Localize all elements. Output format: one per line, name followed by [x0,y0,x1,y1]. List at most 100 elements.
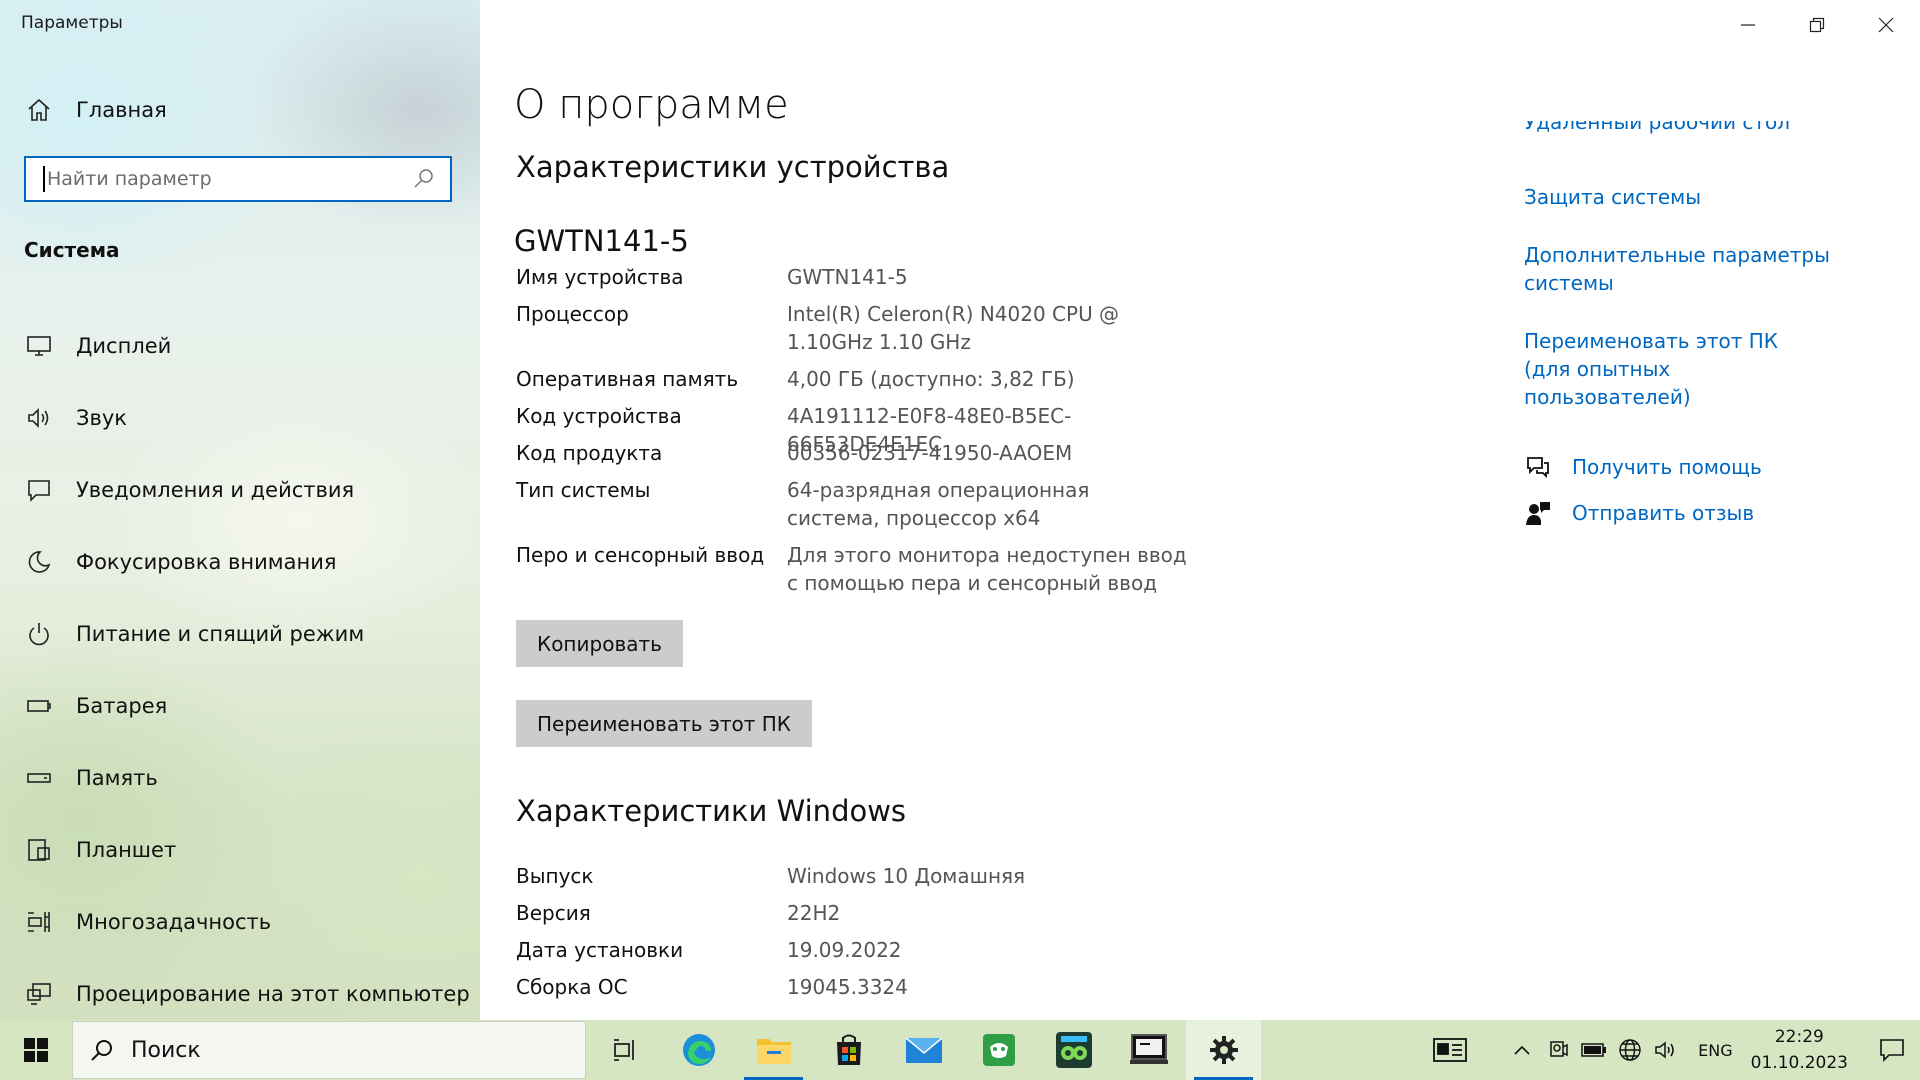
task-view-icon [613,1039,634,1061]
sidebar-item-focus[interactable]: Фокусировка внимания [0,526,480,598]
sidebar-item-tablet[interactable]: Планшет [0,814,480,886]
windows-specs-heading: Характеристики Windows [516,794,907,828]
sidebar-home-label: Главная [76,98,167,122]
get-help-link[interactable]: Получить помощь [1524,453,1762,481]
spec-row-processor: Процессор Intel(R) Celeron(R) N4020 CPU … [516,300,1316,356]
taskbar-game-app[interactable] [961,1020,1036,1080]
sidebar-item-sound[interactable]: Звук [0,382,480,454]
copy-button[interactable]: Копировать [516,620,683,667]
input-language-indicator[interactable]: ENG [1698,1041,1732,1060]
window-controls [1713,0,1920,50]
tray-battery[interactable] [1576,1020,1612,1080]
spec-value: 19.09.2022 [787,938,902,962]
taskbar-file-explorer[interactable] [736,1020,811,1080]
sidebar-item-label: Фокусировка внимания [76,550,337,574]
close-button[interactable] [1851,0,1920,50]
taskbar-edge[interactable] [661,1020,736,1080]
spec-row-system-type: Тип системы 64-разрядная операционная си… [516,476,1316,532]
spec-row-edition: Выпуск Windows 10 Домашняя [516,862,1316,890]
store-icon [836,1034,861,1065]
tray-network[interactable] [1612,1020,1648,1080]
restore-icon [1809,17,1824,33]
sidebar-item-label: Многозадачность [76,910,272,934]
sidebar-item-battery[interactable]: Батарея [0,670,480,742]
notification-icon [24,475,54,505]
taskbar-search-box[interactable]: Поиск [72,1021,586,1079]
spec-value: 22H2 [787,901,841,925]
sidebar-home[interactable]: Главная [0,84,480,136]
show-hidden-icons-button[interactable] [1504,1020,1540,1080]
spec-key: Версия [516,901,591,925]
storage-icon [24,763,54,793]
sidebar-item-display[interactable]: Дисплей [0,310,480,382]
sidebar-item-power[interactable]: Питание и спящий режим [0,598,480,670]
speaker-icon [24,403,54,433]
kidomi-app-icon [1055,1032,1092,1068]
window-title: Параметры [21,13,123,33]
spec-key: Выпуск [516,864,594,888]
send-feedback-link[interactable]: Отправить отзыв [1524,499,1754,527]
spec-value: 64-разрядная операционная система, проце… [787,478,1090,530]
game-app-icon [982,1034,1015,1066]
link-remote-desktop-label: Удаленный рабочий стол [1524,121,1791,134]
terminal-app-icon [1129,1034,1168,1064]
rename-pc-button[interactable]: Переименовать этот ПК [516,700,812,747]
sidebar-item-projecting[interactable]: Проецирование на этот компьютер [0,958,480,1020]
start-button[interactable] [0,1020,72,1080]
text-caret [43,166,45,192]
taskbar-store[interactable] [811,1020,886,1080]
taskbar-search-placeholder: Поиск [131,1037,201,1063]
spec-row-device-name: Имя устройства GWTN141-5 [516,263,1316,291]
spec-key: Дата установки [516,938,684,962]
taskbar: Поиск ENG 22:29 01.10.2023 [0,1020,1920,1080]
sidebar-item-label: Дисплей [76,334,172,358]
spec-row-product-id: Код продукта 00356-02317-41950-AAOEM [516,439,1316,467]
task-view-button[interactable] [586,1020,661,1080]
close-icon [1878,17,1893,33]
link-advanced-system-settings[interactable]: Дополнительные параметры системы [1524,241,1844,297]
settings-icon [1209,1036,1238,1064]
link-system-protection[interactable]: Защита системы [1524,183,1844,211]
spec-key: Оперативная память [516,367,739,391]
windows-logo-icon [24,1038,48,1062]
tray-volume[interactable] [1648,1020,1684,1080]
volume-icon [1655,1041,1674,1059]
taskbar-kidomi-app[interactable] [1036,1020,1111,1080]
main-content: О программе Характеристики устройства GW… [480,0,1920,1020]
clock[interactable]: 22:29 01.10.2023 [1751,1024,1848,1076]
restore-button[interactable] [1782,0,1851,50]
sidebar-item-label: Звук [76,406,127,430]
moon-icon [24,547,54,577]
clock-date: 01.10.2023 [1750,1053,1848,1073]
battery-icon [1581,1043,1607,1057]
link-remote-desktop[interactable]: Удаленный рабочий стол [1524,121,1844,147]
sidebar-section-system: Система [24,238,120,262]
news-widget-button[interactable] [1420,1020,1480,1080]
spec-key: Имя устройства [516,265,684,289]
file-explorer-icon [756,1039,791,1064]
settings-search-input[interactable]: Найти параметр [24,156,452,202]
sidebar-item-label: Батарея [76,694,168,718]
taskbar-mail[interactable] [886,1020,961,1080]
sidebar-item-notifications[interactable]: Уведомления и действия [0,454,480,526]
search-icon[interactable] [412,166,438,192]
sidebar-item-label: Уведомления и действия [76,478,355,502]
multitasking-icon [24,907,54,937]
minimize-icon [1740,24,1755,26]
action-center-button[interactable] [1864,1020,1920,1080]
link-rename-pc-advanced[interactable]: Переименовать этот ПК (для опытных польз… [1524,327,1824,411]
taskbar-terminal-app[interactable] [1111,1020,1186,1080]
tray-camera[interactable] [1540,1020,1576,1080]
sidebar-item-multitasking[interactable]: Многозадачность [0,886,480,958]
sidebar: Параметры Главная Найти параметр Система… [0,0,480,1020]
minimize-button[interactable] [1713,0,1782,50]
spec-value: 4,00 ГБ (доступно: 3,82 ГБ) [787,367,1075,391]
search-icon [91,1040,112,1061]
taskbar-settings[interactable] [1186,1020,1261,1080]
spec-value: GWTN141-5 [787,265,908,289]
spec-value: 00356-02317-41950-AAOEM [787,441,1073,465]
sidebar-item-storage[interactable]: Память [0,742,480,814]
search-placeholder: Найти параметр [47,168,212,190]
help-chat-icon [1524,453,1552,481]
spec-row-pen-touch: Перо и сенсорный ввод Для этого монитора… [516,541,1316,597]
